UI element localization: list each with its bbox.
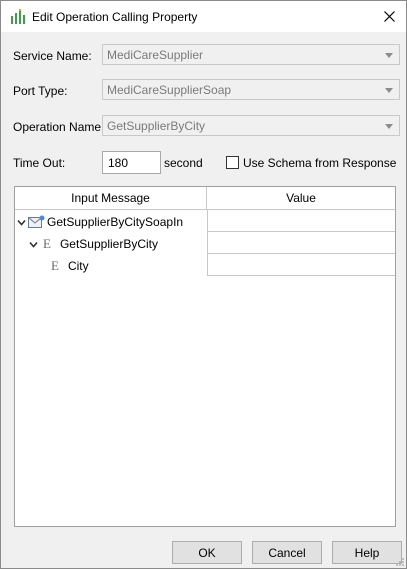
cancel-button[interactable]: Cancel <box>252 541 322 564</box>
operation-name-label: Operation Name: <box>13 120 105 134</box>
dialog-window: Edit Operation Calling Property Service … <box>0 0 407 569</box>
port-type-combo[interactable]: MediCareSupplierSoap <box>102 79 400 100</box>
service-name-value: MediCareSupplier <box>107 48 204 62</box>
close-icon <box>383 11 395 22</box>
value-cell[interactable] <box>207 210 395 232</box>
operation-name-combo[interactable]: GetSupplierByCity <box>102 115 400 136</box>
element-icon: E <box>43 236 51 251</box>
input-message-grid: Input Message Value GetSupplierByCitySoa… <box>14 186 396 527</box>
chevron-down-icon[interactable] <box>29 240 38 249</box>
chevron-down-icon <box>385 124 393 129</box>
service-name-label: Service Name: <box>13 49 92 63</box>
chevron-down-icon <box>385 88 393 93</box>
element-icon: E <box>51 258 59 273</box>
use-schema-label: Use Schema from Response <box>243 156 397 170</box>
column-header-value[interactable]: Value <box>207 187 395 210</box>
help-button[interactable]: Help <box>332 541 402 564</box>
dialog-title: Edit Operation Calling Property <box>32 10 198 24</box>
service-name-combo[interactable]: MediCareSupplier <box>102 44 400 65</box>
tree-item-label: GetSupplierByCitySoapIn <box>47 215 184 229</box>
port-type-value: MediCareSupplierSoap <box>107 83 232 97</box>
timeout-input[interactable]: 180 <box>102 151 161 174</box>
chevron-down-icon[interactable] <box>17 218 26 227</box>
close-button[interactable] <box>372 1 406 32</box>
tree-row-soap-in[interactable]: GetSupplierByCitySoapIn <box>17 211 183 233</box>
value-cell[interactable] <box>207 232 395 254</box>
column-header-input-message[interactable]: Input Message <box>15 187 207 210</box>
app-logo-icon <box>11 9 25 24</box>
value-cell[interactable] <box>207 254 395 276</box>
use-schema-checkbox[interactable] <box>226 156 239 169</box>
message-icon <box>28 215 45 228</box>
port-type-label: Port Type: <box>13 84 68 98</box>
tree-item-label: City <box>67 259 89 273</box>
resize-grip-icon[interactable] <box>395 557 405 567</box>
tree-item-label: GetSupplierByCity <box>59 237 158 251</box>
tree-row-city[interactable]: E City <box>51 255 89 277</box>
operation-name-value: GetSupplierByCity <box>107 119 206 133</box>
title-bar: Edit Operation Calling Property <box>1 1 406 32</box>
tree-row-operation[interactable]: E GetSupplierByCity <box>29 233 158 255</box>
timeout-label: Time Out: <box>13 156 66 170</box>
timeout-unit-label: second <box>164 156 203 170</box>
ok-button[interactable]: OK <box>172 541 242 564</box>
chevron-down-icon <box>385 53 393 58</box>
